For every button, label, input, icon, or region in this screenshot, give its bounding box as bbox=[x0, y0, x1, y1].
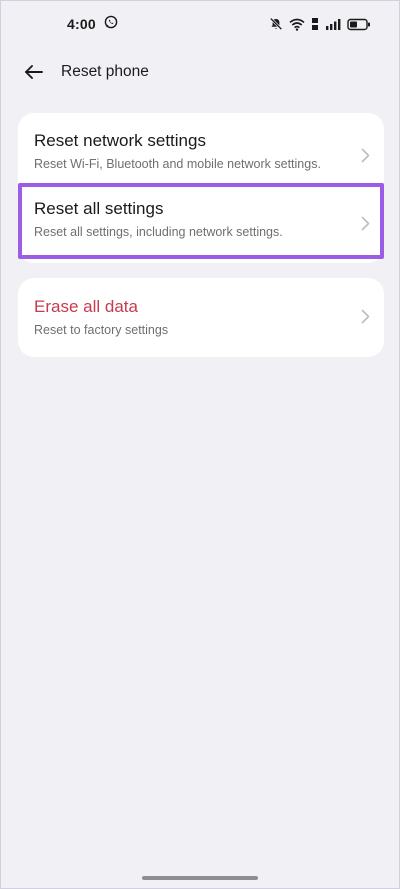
reset-all-settings-item[interactable]: Reset all settings Reset all settings, i… bbox=[18, 199, 384, 253]
chevron-right-icon bbox=[361, 216, 370, 236]
item-title: Reset network settings bbox=[34, 131, 206, 150]
wifi-icon bbox=[289, 18, 305, 31]
battery-icon bbox=[347, 18, 371, 31]
status-time: 4:00 bbox=[67, 16, 96, 32]
status-bar: 4:00 bbox=[1, 1, 399, 47]
chevron-right-icon bbox=[361, 148, 370, 168]
status-left: 4:00 bbox=[67, 15, 118, 34]
home-indicator[interactable] bbox=[142, 876, 258, 880]
page-title: Reset phone bbox=[61, 63, 149, 80]
arrow-left-icon bbox=[25, 65, 43, 79]
item-subtitle: Reset to factory settings bbox=[34, 323, 169, 337]
erase-card: Erase all data Reset to factory settings bbox=[18, 278, 384, 357]
mute-bell-icon bbox=[269, 17, 283, 31]
screen: 4:00 Reset phone Reset network settings … bbox=[0, 0, 400, 889]
header: Reset phone bbox=[1, 53, 399, 91]
chevron-right-icon bbox=[361, 309, 370, 329]
status-right bbox=[269, 17, 371, 31]
item-subtitle: Reset Wi-Fi, Bluetooth and mobile networ… bbox=[34, 157, 321, 171]
item-title: Reset all settings bbox=[34, 199, 164, 218]
reset-network-settings-item[interactable]: Reset network settings Reset Wi-Fi, Blue… bbox=[18, 131, 384, 185]
whatsapp-icon bbox=[104, 15, 118, 34]
settings-card: Reset network settings Reset Wi-Fi, Blue… bbox=[18, 113, 384, 263]
back-button[interactable] bbox=[21, 59, 47, 85]
item-title: Erase all data bbox=[34, 297, 138, 316]
item-subtitle: Reset all settings, including network se… bbox=[34, 225, 283, 239]
erase-all-data-item[interactable]: Erase all data Reset to factory settings bbox=[18, 297, 384, 341]
volte-icon bbox=[311, 17, 319, 31]
signal-icon bbox=[325, 18, 341, 31]
